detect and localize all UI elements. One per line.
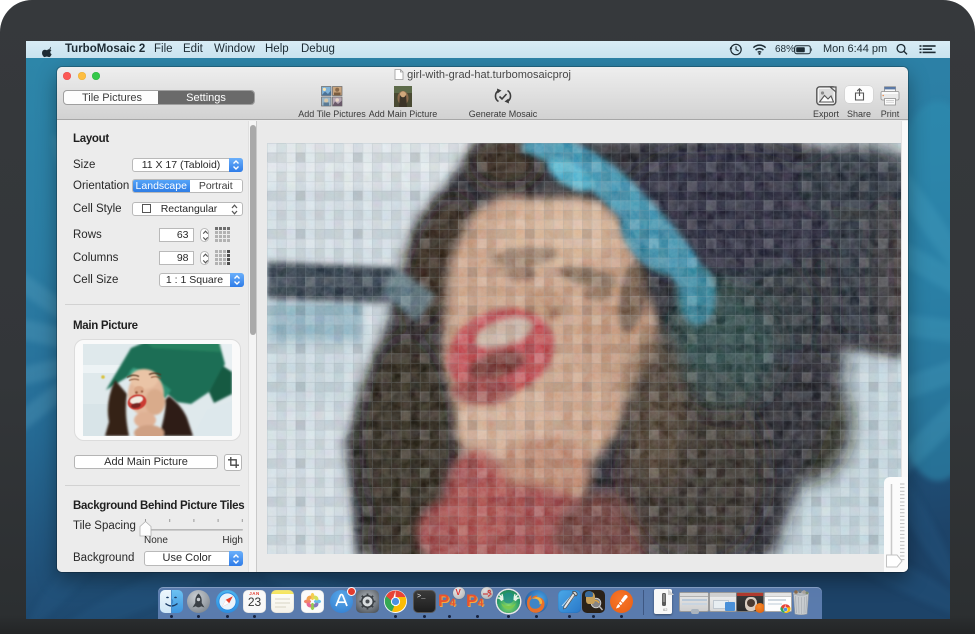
svg-text:62: 62: [663, 607, 668, 612]
